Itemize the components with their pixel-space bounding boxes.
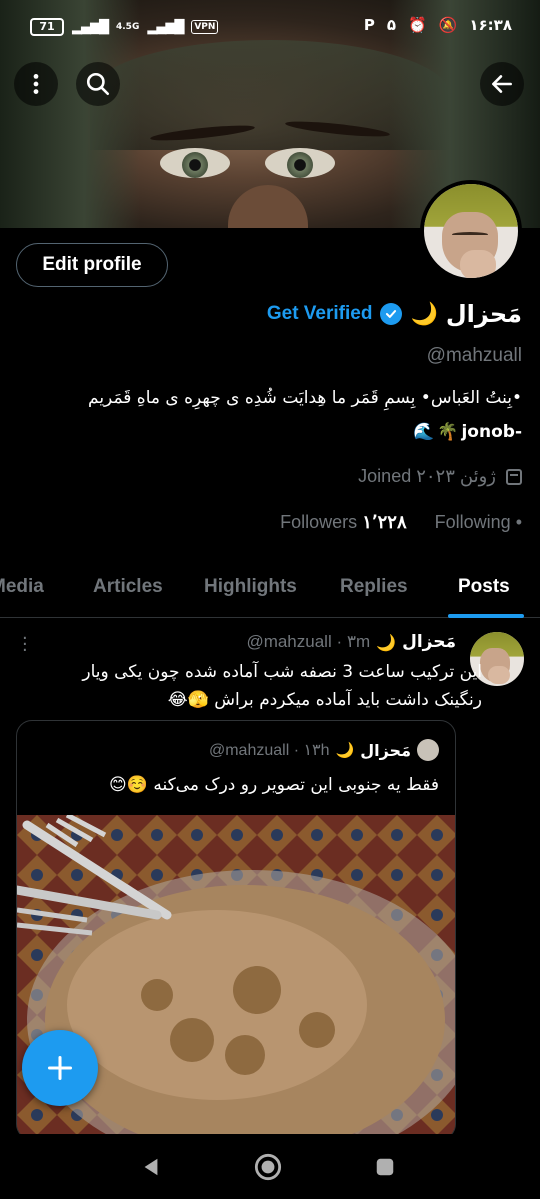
profile-handle: @mahzuall (426, 345, 522, 366)
verified-badge-icon[interactable] (380, 303, 403, 325)
crescent-moon-icon: 🌙 (335, 741, 355, 759)
network-type: 4.5G (116, 22, 140, 32)
wave-icon: 🌊 (413, 422, 435, 442)
search-button[interactable] (76, 62, 120, 106)
tab-articles[interactable]: Articles (93, 576, 163, 598)
quoted-post-text: فقط یه جنوبی این تصویر رو درک می‌کنه ☺️😊 (109, 775, 439, 795)
silent-icon: 🔕 (438, 16, 458, 34)
system-nav-bar (0, 1134, 540, 1199)
crescent-moon-icon: 🌙 (376, 632, 397, 652)
post-header: @mahzuall · ۳m 🌙 مَحزال (246, 632, 456, 652)
post-meta: @mahzuall · ۳m (246, 632, 371, 651)
nav-back-button[interactable] (136, 1152, 166, 1182)
signal-icon: ▂▄▆█ (72, 19, 109, 35)
status-bar: 71 ▂▄▆█ 4.5G ▂▄▆█ VPN P ۵ ⏰ 🔕 ۱۶:۳۸ (0, 0, 540, 54)
followers-label: Followers (280, 512, 358, 532)
post-author-name[interactable]: مَحزال (402, 632, 456, 652)
joined-text: Joined ۲۰۲۳ ژوئن (358, 466, 496, 486)
notification-icon: P (363, 16, 375, 34)
quoted-post-avatar (417, 739, 439, 761)
bio-line-2: 🌊 🌴 jonob- (413, 422, 522, 442)
profile-name-row: Get Verified 🌙 مَحزال (267, 300, 522, 328)
quoted-post-header: @mahzuall · ۱۳h 🌙 مَحزال (209, 739, 439, 761)
followers-link[interactable]: Followers ۱٬۲۲۸ (280, 512, 406, 533)
tab-posts[interactable]: Posts (458, 576, 510, 598)
square-recents-icon (376, 1158, 394, 1176)
followers-count: ۱٬۲۲۸ (362, 512, 407, 532)
tab-media[interactable]: Media (0, 576, 44, 598)
compose-post-button[interactable] (22, 1030, 98, 1106)
search-icon (86, 72, 110, 96)
notification-count: ۵ (386, 16, 396, 34)
active-tab-indicator (448, 614, 524, 618)
get-verified-link[interactable]: Get Verified (267, 303, 373, 325)
alarm-icon: ⏰ (408, 16, 427, 34)
profile-avatar[interactable] (420, 180, 522, 282)
following-count: • (515, 512, 522, 532)
tab-replies[interactable]: Replies (340, 576, 408, 598)
quoted-post-meta: @mahzuall · ۱۳h (208, 742, 330, 759)
nav-home-button[interactable] (253, 1152, 283, 1182)
more-vertical-icon (33, 74, 39, 94)
post-more-icon[interactable]: · · · (22, 630, 28, 660)
quoted-post-author: مَحزال (360, 740, 411, 760)
follow-stats: Followers ۱٬۲۲۸ Following • (280, 512, 522, 533)
back-arrow-icon (492, 75, 512, 93)
circle-home-icon (254, 1153, 282, 1181)
crescent-moon-icon: 🌙 (410, 301, 438, 327)
bio-line-2-text: jonob- (461, 422, 522, 442)
display-name: مَحزال (445, 300, 522, 328)
battery-indicator: 71 (30, 18, 64, 36)
tab-highlights[interactable]: Highlights (204, 576, 297, 598)
profile-tabs: Media Articles Highlights Replies Posts (0, 560, 540, 618)
post-text: این ترکیب ساعت 3 نصفه شب آماده شده چون ی… (82, 662, 482, 710)
joined-date: Joined ۲۰۲۳ ژوئن (358, 466, 522, 487)
triangle-back-icon (144, 1158, 158, 1176)
vpn-badge: VPN (191, 20, 219, 34)
plus-icon (47, 1055, 73, 1081)
bio-line-1: •بِنتُ العَباس• بِسمِ قَمَر ما هِدایَت ش… (88, 388, 522, 408)
nav-recents-button[interactable] (370, 1152, 400, 1182)
following-link[interactable]: Following • (435, 512, 522, 533)
palm-tree-icon: 🌴 (437, 422, 459, 442)
more-button[interactable] (14, 62, 58, 106)
following-label: Following (434, 512, 511, 532)
back-button[interactable] (480, 62, 524, 106)
calendar-icon (506, 468, 522, 485)
edit-profile-button[interactable]: Edit profile (16, 243, 168, 287)
clock: ۱۶:۳۸ (469, 16, 512, 34)
signal-icon-2: ▂▄▆█ (147, 19, 184, 35)
